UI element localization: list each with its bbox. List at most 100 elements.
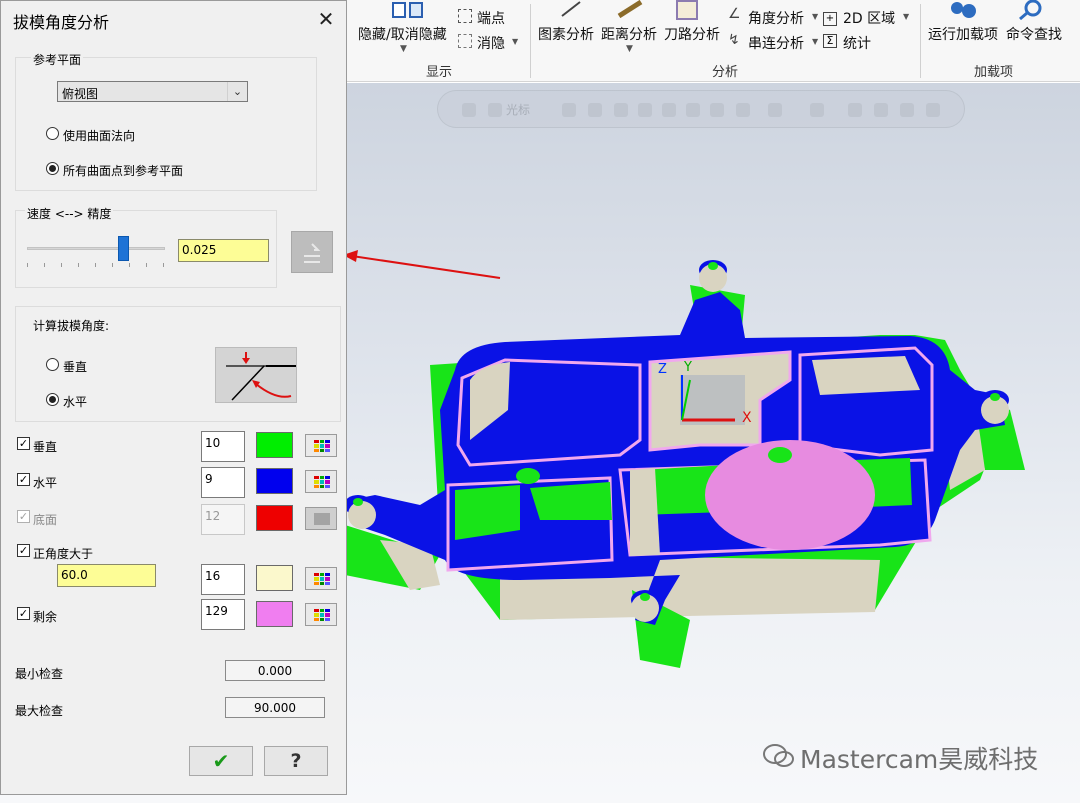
help-icon: ? [290, 750, 302, 772]
reference-plane-select[interactable]: 俯视图 ⌄ [57, 81, 248, 102]
draft-angle-dialog: 拔模角度分析 ✕ 参考平面 俯视图 ⌄ 使用曲面法向 所有曲面点到参考平面 速度… [0, 0, 347, 795]
watermark-text: Mastercam昊威科技 [800, 745, 1039, 774]
palette-cell [314, 581, 319, 585]
palette-cell [314, 613, 319, 617]
checkmark-icon: ✔ [212, 749, 230, 773]
wechat-icon [763, 744, 794, 767]
palette-cell [319, 440, 325, 444]
remainder-count-field[interactable]: 129 [201, 599, 245, 630]
palette-cell [319, 609, 325, 613]
compute-horizontal-label: 水平 [63, 395, 88, 409]
palette-icon [314, 476, 330, 488]
ok-button[interactable]: ✔ [189, 746, 253, 776]
palette-cell [319, 577, 325, 581]
compute-vertical-label: 垂直 [63, 360, 88, 374]
horizontal-checkbox[interactable]: ✓ [17, 473, 30, 486]
bottom-row-label: 底面 [33, 513, 58, 527]
palette-cell [314, 480, 319, 484]
min-check-label: 最小检查 [15, 667, 64, 681]
bottom-count-field: 12 [201, 504, 245, 535]
positive-angle-field[interactable]: 60.0 [57, 564, 156, 587]
remainder-palette-button[interactable] [305, 603, 337, 626]
bottom-checkbox: ✓ [17, 510, 30, 523]
palette-cell [319, 617, 325, 621]
palette-cell [325, 577, 330, 581]
palette-disabled-icon [314, 513, 330, 525]
palette-icon [314, 440, 330, 452]
vertical-palette-button[interactable] [305, 434, 337, 457]
palette-cell [314, 617, 319, 621]
slider-thumb[interactable] [118, 236, 130, 261]
palette-cell [314, 440, 319, 444]
palette-icon [314, 573, 330, 585]
palette-cell [319, 476, 325, 480]
palette-cell [314, 573, 319, 577]
compute-vertical-radio[interactable] [46, 358, 59, 371]
positive-angle-checkbox[interactable]: ✓ [17, 544, 30, 557]
palette-cell [325, 448, 330, 452]
horizontal-row-label: 水平 [33, 476, 58, 490]
vertical-row-label: 垂直 [33, 440, 58, 454]
remainder-row-label: 剩余 [33, 610, 58, 624]
axis-x-label: X [742, 410, 752, 426]
palette-cell [314, 577, 319, 581]
palette-cell [314, 448, 319, 452]
min-check-value: 0.000 [225, 660, 325, 681]
vertical-checkbox[interactable]: ✓ [17, 437, 30, 450]
dialog-title: 拔模角度分析 [13, 13, 110, 32]
max-check-value: 90.000 [225, 697, 325, 718]
compute-icon [304, 243, 321, 263]
draft-diagram-icon [215, 347, 297, 403]
positive-color-swatch[interactable] [256, 565, 293, 591]
palette-cell [314, 444, 319, 448]
horizontal-palette-button[interactable] [305, 470, 337, 493]
chevron-down-icon[interactable]: ⌄ [227, 82, 247, 101]
axis-z-label: Z [658, 362, 667, 377]
speed-accuracy-label: 速度 <--> 精度 [25, 205, 114, 222]
reference-plane-value: 俯视图 [62, 87, 99, 101]
positive-count-field[interactable]: 16 [201, 564, 245, 595]
bottom-color-swatch [256, 505, 293, 531]
all-points-radio[interactable] [46, 162, 59, 175]
palette-cell [319, 581, 325, 585]
slider-ticks [27, 263, 165, 267]
vertical-color-swatch[interactable] [256, 432, 293, 458]
remainder-checkbox[interactable]: ✓ [17, 607, 30, 620]
compute-horizontal-radio[interactable] [46, 393, 59, 406]
help-button[interactable]: ? [264, 746, 328, 776]
apply-speed-button[interactable] [291, 231, 333, 273]
palette-cell [325, 609, 330, 613]
palette-icon [314, 609, 330, 621]
vertical-count-field[interactable]: 10 [201, 431, 245, 462]
palette-cell [325, 444, 330, 448]
palette-cell [319, 484, 325, 488]
remainder-color-swatch[interactable] [256, 601, 293, 627]
palette-cell [325, 480, 330, 484]
palette-cell [319, 613, 325, 617]
close-icon[interactable]: ✕ [313, 7, 339, 33]
palette-cell [325, 613, 330, 617]
palette-cell [325, 484, 330, 488]
surface-normal-radio[interactable] [46, 127, 59, 140]
palette-cell [325, 573, 330, 577]
palette-cell [319, 480, 325, 484]
speed-slider[interactable] [27, 233, 165, 267]
surface-normal-label: 使用曲面法向 [63, 129, 136, 143]
palette-cell [325, 476, 330, 480]
reference-plane-label: 参考平面 [31, 51, 84, 68]
palette-cell [319, 573, 325, 577]
positive-palette-button[interactable] [305, 567, 337, 590]
slider-track [27, 247, 165, 250]
horizontal-color-swatch[interactable] [256, 468, 293, 494]
palette-cell [314, 484, 319, 488]
max-check-label: 最大检查 [15, 704, 64, 718]
axis-y-label: Y [684, 360, 692, 375]
horizontal-count-field[interactable]: 9 [201, 467, 245, 498]
palette-cell [314, 476, 319, 480]
palette-cell [319, 444, 325, 448]
palette-cell [325, 617, 330, 621]
speed-value-field[interactable]: 0.025 [178, 239, 269, 262]
palette-cell [319, 448, 325, 452]
positive-angle-label: 正角度大于 [33, 547, 94, 561]
all-points-label: 所有曲面点到参考平面 [63, 164, 184, 178]
